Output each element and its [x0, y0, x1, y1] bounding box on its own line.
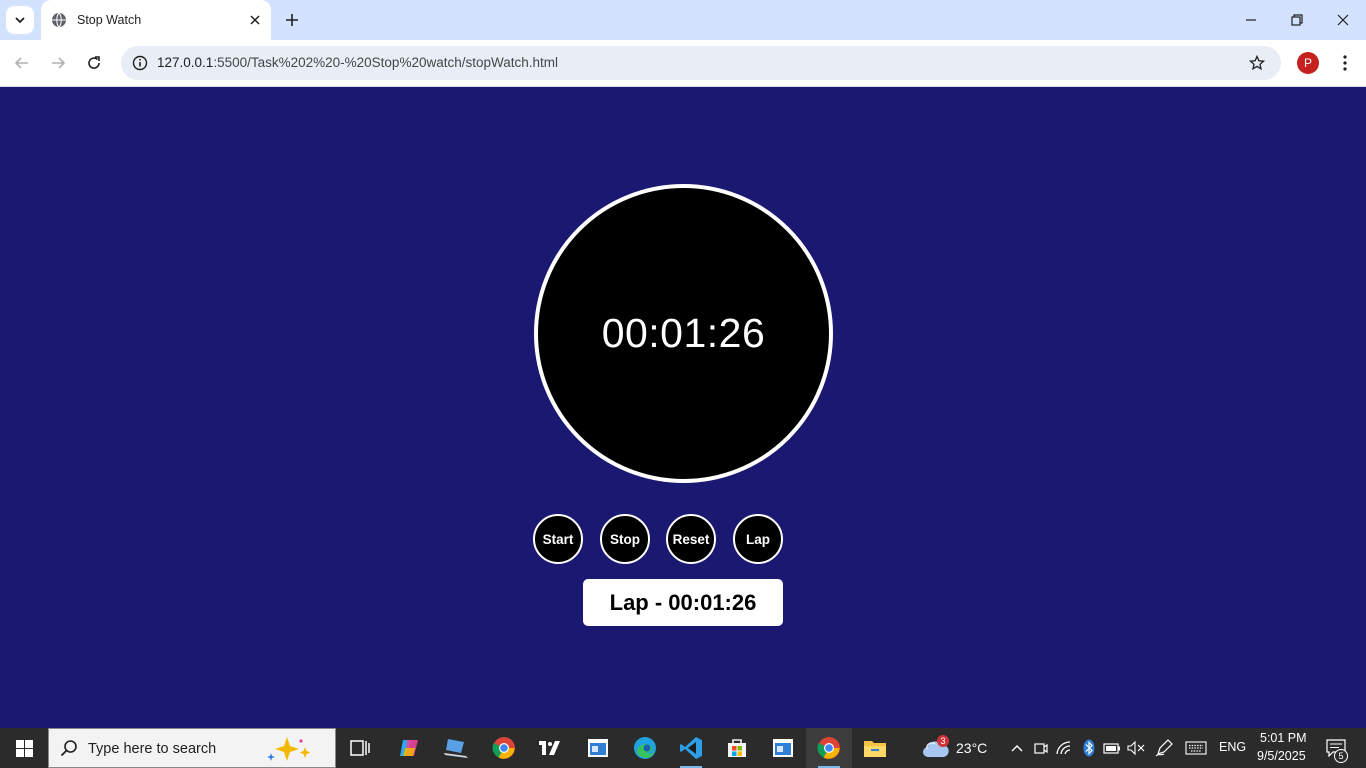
info-icon [132, 55, 148, 71]
chrome-icon [817, 737, 840, 759]
plus-icon [286, 14, 298, 26]
taskbar-file-explorer[interactable] [852, 728, 898, 768]
laptop-icon [444, 739, 468, 758]
vscode-icon [680, 737, 702, 759]
taskbar: Type here to search 3 23°C ENG 5:01 PM 9… [0, 728, 1366, 768]
url-text[interactable]: 127.0.0.1:5500/Task%202%20-%20Stop%20wat… [157, 55, 558, 70]
reload-icon [88, 56, 100, 69]
star-icon [1249, 55, 1265, 71]
close-icon [1337, 14, 1349, 26]
tab-title: Stop Watch [77, 13, 142, 27]
taskbar-window-app[interactable] [760, 728, 806, 768]
clock-date[interactable]: 9/5/2025 [1257, 749, 1306, 763]
store-icon [728, 739, 746, 757]
back-button[interactable] [8, 49, 36, 77]
close-icon [250, 15, 260, 25]
tab-search-button[interactable] [6, 6, 34, 34]
notification-count: 5 [1334, 749, 1348, 763]
bookmark-button[interactable] [1245, 51, 1269, 75]
forward-button[interactable] [44, 49, 72, 77]
arrow-right-icon [52, 57, 66, 69]
tray-battery[interactable] [1102, 738, 1122, 758]
camera-icon [1034, 743, 1048, 754]
search-placeholder: Type here to search [88, 741, 217, 757]
profile-avatar[interactable]: P [1297, 52, 1319, 74]
start-button[interactable] [0, 728, 48, 768]
taskbar-chrome-active[interactable] [806, 728, 852, 768]
address-bar[interactable]: 127.0.0.1:5500/Task%202%20-%20Stop%20wat… [121, 46, 1281, 80]
windows-logo-icon [15, 739, 33, 757]
reset-button[interactable]: Reset [666, 514, 716, 564]
taskbar-edge[interactable] [622, 728, 668, 768]
tab-strip: Stop Watch [0, 0, 1366, 40]
sparkle-icon [267, 737, 311, 761]
browser-toolbar: 127.0.0.1:5500/Task%202%20-%20Stop%20wat… [0, 40, 1366, 87]
minimize-button[interactable] [1228, 0, 1274, 40]
taskbar-search-box[interactable]: Type here to search [48, 728, 336, 768]
tray-volume[interactable] [1126, 738, 1146, 758]
volume-muted-icon [1127, 741, 1145, 755]
window-app-icon [773, 739, 793, 757]
task-view-icon [350, 740, 370, 756]
globe-icon [52, 12, 66, 28]
pen-icon [1155, 739, 1173, 757]
language-indicator[interactable]: ENG [1219, 740, 1246, 754]
search-icon [60, 740, 77, 757]
folder-icon [864, 741, 886, 757]
weather-badge: 3 [937, 735, 949, 747]
tray-network[interactable] [1055, 738, 1075, 758]
restore-icon [1291, 14, 1303, 26]
page-viewport: 00:01:26 Start Stop Reset Lap Lap - 00:0… [0, 87, 1366, 728]
lap-button[interactable]: Lap [733, 514, 783, 564]
tab-close-button[interactable] [244, 9, 266, 31]
tray-pen[interactable] [1154, 738, 1174, 758]
tray-camera[interactable] [1031, 738, 1051, 758]
taskbar-laptop-app[interactable] [433, 728, 479, 768]
url-path: :5500/Task%202%20-%20Stop%20watch/stopWa… [213, 55, 559, 70]
show-hidden-icons-button[interactable] [1007, 738, 1027, 758]
copilot-icon [400, 740, 418, 756]
tray-keyboard[interactable] [1184, 738, 1208, 758]
taskbar-tradingview[interactable] [527, 728, 573, 768]
taskbar-chrome[interactable] [481, 728, 527, 768]
taskbar-task-view[interactable] [337, 728, 383, 768]
chevron-down-icon [15, 17, 25, 24]
keyboard-icon [1185, 741, 1207, 755]
chrome-icon [492, 737, 515, 759]
site-info-button[interactable] [127, 50, 153, 76]
weather-temperature[interactable]: 23°C [956, 740, 987, 756]
new-tab-button[interactable] [280, 8, 304, 32]
battery-icon [1103, 743, 1120, 754]
tab-stop-watch[interactable]: Stop Watch [41, 0, 271, 40]
restore-button[interactable] [1274, 0, 1320, 40]
window-app-icon [588, 739, 608, 757]
browser-menu-button[interactable] [1331, 49, 1359, 77]
close-window-button[interactable] [1320, 0, 1366, 40]
clock-time[interactable]: 5:01 PM [1260, 731, 1307, 745]
start-button[interactable]: Start [533, 514, 583, 564]
taskbar-vscode[interactable] [668, 728, 714, 768]
tradingview-icon [539, 741, 560, 755]
chevron-up-icon [1011, 745, 1023, 752]
stop-button[interactable]: Stop [600, 514, 650, 564]
time-display: 00:01:26 [601, 310, 766, 356]
taskbar-microsoft-store[interactable] [714, 728, 760, 768]
arrow-left-icon [14, 57, 28, 69]
tray-bluetooth[interactable] [1079, 738, 1099, 758]
wifi-icon [1056, 741, 1071, 755]
reload-button[interactable] [80, 49, 108, 77]
edge-icon [634, 737, 656, 759]
minimize-icon [1246, 19, 1256, 21]
lap-entry: Lap - 00:01:26 [583, 579, 783, 626]
taskbar-copilot[interactable] [386, 728, 432, 768]
more-vertical-icon [1343, 55, 1347, 71]
taskbar-blue-app[interactable] [575, 728, 621, 768]
bluetooth-icon [1083, 739, 1095, 757]
url-host: 127.0.0.1 [157, 55, 214, 70]
stopwatch-dial: 00:01:26 [534, 184, 833, 483]
